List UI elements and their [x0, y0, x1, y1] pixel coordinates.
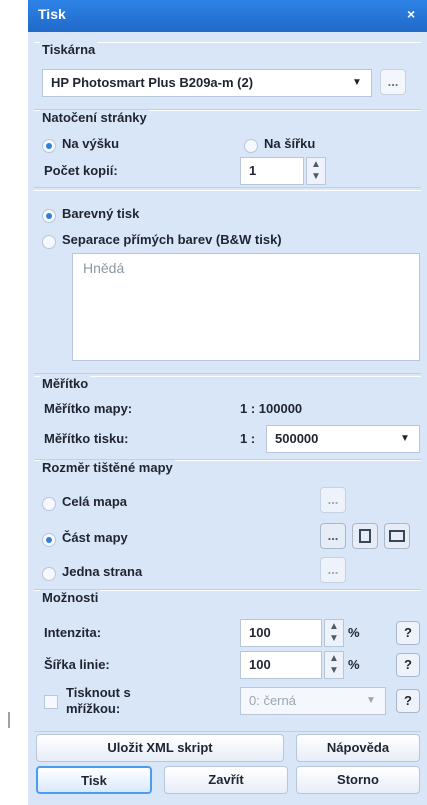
- landscape-radio[interactable]: [244, 139, 258, 153]
- grid-label-line1: Tisknout s: [66, 685, 131, 700]
- whole-map-radio[interactable]: [42, 497, 56, 511]
- print-dialog: Tisk × Tiskárna HP Photosmart Plus B209a…: [28, 0, 427, 805]
- print-scale-prefix: 1 :: [240, 431, 256, 446]
- arrow-up-icon[interactable]: ▲: [329, 622, 339, 632]
- separation-label: Separace přímých barev (B&W tisk): [62, 232, 282, 247]
- chevron-down-icon: ▼: [352, 77, 362, 88]
- print-scale-select[interactable]: 500000 ▼: [266, 425, 420, 453]
- save-xml-button[interactable]: Uložit XML skript: [36, 734, 284, 762]
- printer-section-title: Tiskárna: [40, 42, 98, 57]
- line-width-stepper[interactable]: ▲ ▼: [324, 651, 344, 679]
- grid-help-button[interactable]: ?: [396, 689, 420, 713]
- intensity-percent: %: [348, 625, 360, 640]
- part-map-radio[interactable]: [42, 533, 56, 547]
- line-width-label: Šířka linie:: [44, 657, 110, 672]
- portrait-radio[interactable]: [42, 139, 56, 153]
- line-width-input[interactable]: 100: [240, 651, 322, 679]
- title-bar: Tisk ×: [28, 0, 427, 32]
- grid-color-select[interactable]: 0: černá ▼: [240, 687, 386, 715]
- left-strip: [0, 0, 29, 805]
- cancel-button[interactable]: Storno: [296, 766, 420, 794]
- close-icon[interactable]: ×: [407, 6, 423, 22]
- orientation-section: Natočení stránky Na výšku Na šířku Počet…: [34, 110, 421, 188]
- line-width-percent: %: [348, 657, 360, 672]
- grid-color-value: 0: černá: [249, 693, 296, 708]
- help-button[interactable]: Nápověda: [296, 734, 420, 762]
- scale-section-title: Měřítko: [40, 376, 91, 391]
- grid-label-line2: mřížkou:: [66, 701, 121, 716]
- separation-radio[interactable]: [42, 235, 56, 249]
- print-scale-label: Měřítko tisku:: [44, 431, 129, 446]
- intensity-stepper[interactable]: ▲ ▼: [324, 619, 344, 647]
- printer-more-button[interactable]: ...: [380, 69, 406, 95]
- part-map-button[interactable]: ...: [320, 523, 346, 549]
- orientation-section-title: Natočení stránky: [40, 110, 149, 125]
- window-title: Tisk: [38, 6, 66, 22]
- intensity-input[interactable]: 100: [240, 619, 322, 647]
- intensity-value: 100: [249, 625, 271, 640]
- printer-select[interactable]: HP Photosmart Plus B209a-m (2) ▼: [42, 69, 372, 97]
- arrow-up-icon[interactable]: ▲: [329, 654, 339, 664]
- printer-selected: HP Photosmart Plus B209a-m (2): [51, 75, 254, 90]
- separation-value: Hnědá: [83, 260, 125, 276]
- chevron-down-icon: ▼: [366, 695, 376, 706]
- whole-map-label: Celá mapa: [62, 494, 128, 509]
- chevron-down-icon: ▼: [400, 433, 410, 444]
- page-landscape-icon[interactable]: [384, 523, 410, 549]
- copies-value: 1: [249, 163, 257, 178]
- part-map-label: Část mapy: [62, 530, 128, 545]
- arrow-down-icon[interactable]: ▼: [311, 172, 321, 182]
- print-button[interactable]: Tisk: [36, 766, 152, 794]
- landscape-label: Na šířku: [264, 136, 316, 151]
- options-section: Možnosti Intenzita: 100 ▲ ▼ % ? Šířka li…: [34, 590, 421, 732]
- portrait-label: Na výšku: [62, 136, 120, 151]
- map-size-section: Rozměr tištěné mapy Celá mapa ... Část m…: [34, 460, 421, 590]
- arrow-down-icon[interactable]: ▼: [329, 634, 339, 644]
- whole-map-button[interactable]: ...: [320, 487, 346, 513]
- line-width-value: 100: [249, 657, 271, 672]
- page-outline-icon[interactable]: [352, 523, 378, 549]
- scale-section: Měřítko Měřítko mapy: 1 : 100000 Měřítko…: [34, 376, 421, 460]
- intensity-help-button[interactable]: ?: [396, 621, 420, 645]
- color-print-radio[interactable]: [42, 209, 56, 223]
- left-strip-tick: [8, 712, 10, 728]
- print-scale-value: 500000: [275, 431, 319, 446]
- map-size-section-title: Rozměr tištěné mapy: [40, 460, 175, 475]
- arrow-down-icon[interactable]: ▼: [329, 666, 339, 676]
- copies-label: Počet kopií:: [44, 163, 118, 178]
- options-section-title: Možnosti: [40, 590, 101, 605]
- map-scale-label: Měřítko mapy:: [44, 401, 133, 416]
- one-page-button[interactable]: ...: [320, 557, 346, 583]
- intensity-label: Intenzita:: [44, 625, 102, 640]
- separation-listbox[interactable]: Hnědá: [72, 253, 420, 361]
- map-scale-value: 1 : 100000: [240, 401, 303, 416]
- one-page-label: Jedna strana: [62, 564, 143, 579]
- copies-stepper[interactable]: ▲ ▼: [306, 157, 326, 185]
- color-print-label: Barevný tisk: [62, 206, 140, 221]
- close-button[interactable]: Zavřít: [164, 766, 288, 794]
- line-width-help-button[interactable]: ?: [396, 653, 420, 677]
- arrow-up-icon[interactable]: ▲: [311, 160, 321, 170]
- color-section: Barevný tisk Separace přímých barev (B&W…: [34, 190, 421, 374]
- printer-section: Tiskárna HP Photosmart Plus B209a-m (2) …: [34, 42, 421, 110]
- one-page-radio[interactable]: [42, 567, 56, 581]
- copies-input[interactable]: 1: [240, 157, 304, 185]
- grid-checkbox[interactable]: [44, 695, 58, 709]
